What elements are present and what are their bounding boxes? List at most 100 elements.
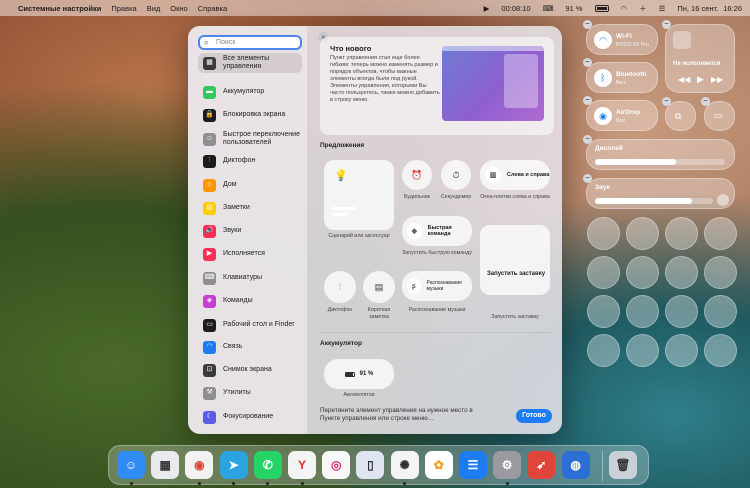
quick-command-tile[interactable]: ◈ Быстрая команда — [402, 216, 472, 246]
bluetooth-label: Bluetooth — [616, 71, 647, 78]
empty-control-slot[interactable] — [665, 334, 698, 367]
remove-display-icon[interactable]: − — [583, 135, 592, 144]
alarm-icon[interactable]: ⏰ — [402, 160, 432, 190]
sidebar-item[interactable]: ▭ Рабочий стол и Finder — [198, 315, 302, 335]
menu-clock[interactable]: 16:26 — [723, 4, 742, 13]
wifi-tile[interactable]: ◠ Wi-Fi POCO F5 Pro — [586, 24, 658, 55]
menu-app-name[interactable]: Системные настройки — [18, 4, 101, 13]
instagram-icon[interactable]: ◎ — [322, 451, 351, 479]
screen-mirroring-tile[interactable]: ⧉ — [665, 101, 696, 131]
sound-slider[interactable] — [595, 198, 713, 204]
chatgpt-icon[interactable]: ✺ — [390, 451, 419, 479]
remove-airdrop-icon[interactable]: − — [583, 96, 592, 105]
empty-control-slot[interactable] — [587, 334, 620, 367]
scenario-tile[interactable]: 💡 — [324, 160, 394, 230]
photos-icon[interactable]: ✿ — [424, 451, 453, 479]
sidebar-item[interactable]: ☾ Фокусирование — [198, 407, 302, 427]
remove-now-playing-icon[interactable]: − — [662, 20, 671, 29]
battery-tile[interactable]: 91 % — [324, 359, 394, 389]
windows-tile[interactable]: ▥ Слева и справа — [480, 160, 550, 190]
whatsapp-icon[interactable]: ✆ — [253, 451, 282, 479]
remove-mirroring-icon[interactable]: − — [662, 97, 671, 106]
quick-note-icon[interactable]: ▤ — [363, 271, 395, 303]
disk-icon[interactable]: ◍ — [561, 451, 590, 479]
sidebar-item[interactable]: 🔒 Блокировка экрана — [198, 105, 302, 125]
add-icon[interactable]: ＋ — [639, 3, 647, 14]
sidebar-item[interactable]: ▶ Исполняется — [198, 244, 302, 264]
sidebar-item[interactable]: ▤ Заметки — [198, 198, 302, 218]
remove-sound-icon[interactable]: − — [583, 174, 592, 183]
empty-control-slot[interactable] — [626, 295, 659, 328]
empty-control-slot[interactable] — [626, 256, 659, 289]
remove-bluetooth-icon[interactable]: − — [583, 58, 592, 67]
sidebar-item[interactable]: ▬ Аккумулятор — [198, 82, 302, 102]
play-status-icon[interactable]: ▶ — [484, 4, 490, 13]
control-center-icon[interactable]: ☰ — [659, 4, 666, 13]
user-icon: ☺ — [203, 132, 216, 146]
sound-label: Звук — [595, 184, 610, 191]
trash-icon[interactable]: 🗑 — [609, 451, 637, 479]
play-icon[interactable]: ▶ — [697, 74, 704, 85]
settings-icon[interactable]: ⚙ — [493, 451, 522, 479]
battery-icon[interactable] — [594, 4, 609, 13]
menu-window[interactable]: Окно — [170, 4, 187, 13]
menu-date[interactable]: Пн, 16 сент. — [677, 4, 718, 13]
bluetooth-tile[interactable]: ᛒ Bluetooth Вкл. — [586, 62, 658, 93]
network-icon[interactable]: ☰ — [459, 451, 487, 479]
empty-control-slot[interactable] — [587, 295, 620, 328]
sidebar-item[interactable]: ◈ Команды — [198, 291, 302, 311]
search-input[interactable]: ⌕ Поиск — [198, 35, 302, 50]
done-button[interactable]: Готово — [516, 409, 552, 423]
sidebar-item[interactable]: ⌨ Клавиатуры — [198, 268, 302, 288]
screensaver-tile[interactable]: ▭ Запустить заставку — [480, 225, 550, 295]
empty-control-slot[interactable] — [704, 295, 737, 328]
sidebar-item[interactable]: ⚒ Утилиты — [198, 383, 302, 403]
now-playing-tile[interactable]: Не исполняется ◀◀ ▶ ▶▶ — [665, 24, 735, 93]
sidebar-item[interactable]: ▦ Все элементы управления — [198, 53, 302, 73]
battery-percent[interactable]: 91 % — [565, 4, 582, 13]
empty-control-slot[interactable] — [665, 217, 698, 250]
wifi-icon[interactable]: ◠ — [621, 4, 628, 13]
airdrop-tile[interactable]: ◉ AirDrop Все — [586, 100, 658, 131]
keyboard-status-icon[interactable]: ⌨ — [543, 4, 554, 13]
launchpad-icon[interactable]: ▦ — [151, 451, 180, 479]
menu-edit[interactable]: Правка — [111, 4, 136, 13]
sidebar-item[interactable]: ◠ Связь — [198, 337, 302, 357]
sidebar-item[interactable]: ⊡ Снимок экрана — [198, 360, 302, 380]
dictaphone-icon[interactable]: ⫶ — [324, 271, 356, 303]
stopwatch-icon[interactable]: ⏱ — [441, 160, 471, 190]
empty-control-slot[interactable] — [626, 334, 659, 367]
finder-icon[interactable]: ☺ — [117, 451, 145, 479]
sidebar-item-label: Клавиатуры — [223, 273, 263, 281]
sidebar-item[interactable]: ⫶ Диктофон — [198, 151, 302, 171]
airplay-icon: ▭ — [714, 110, 723, 120]
telegram-icon[interactable]: ➤ — [219, 451, 248, 479]
airplay-tile[interactable]: ▭ — [704, 101, 735, 131]
rocket-icon[interactable]: ➶ — [527, 451, 556, 479]
remove-airplay-icon[interactable]: − — [701, 97, 710, 106]
music-recognition-tile[interactable]: ʂ Распознавание музыки — [402, 271, 472, 301]
menu-help[interactable]: Справка — [198, 4, 227, 13]
audio-output-icon[interactable] — [717, 194, 729, 206]
display-slider[interactable] — [595, 159, 725, 165]
sidebar-item[interactable]: ⌂ Дом — [198, 175, 302, 195]
empty-control-slot[interactable] — [665, 295, 698, 328]
empty-control-slot[interactable] — [704, 256, 737, 289]
chrome-icon[interactable]: ◉ — [185, 451, 214, 479]
timer-label[interactable]: 00:08:10 — [501, 4, 530, 13]
empty-control-slot[interactable] — [587, 217, 620, 250]
sidebar-item[interactable]: ☺ Быстрое переключение пользователей — [198, 127, 302, 151]
empty-control-slot[interactable] — [587, 256, 620, 289]
forward-icon[interactable]: ▶▶ — [711, 75, 723, 84]
yandex-icon[interactable]: Y — [288, 451, 316, 479]
empty-control-slot[interactable] — [704, 217, 737, 250]
remove-wifi-icon[interactable]: − — [583, 20, 592, 29]
sidebar-item[interactable]: 🔊 Звуки — [198, 221, 302, 241]
rewind-icon[interactable]: ◀◀ — [678, 75, 690, 84]
menu-view[interactable]: Вид — [147, 4, 161, 13]
empty-control-slot[interactable] — [704, 334, 737, 367]
empty-control-slot[interactable] — [626, 217, 659, 250]
sidebar-item-label: Снимок экрана — [223, 365, 272, 373]
empty-control-slot[interactable] — [665, 256, 698, 289]
iphone-mirroring-icon[interactable]: ▯ — [356, 451, 385, 479]
